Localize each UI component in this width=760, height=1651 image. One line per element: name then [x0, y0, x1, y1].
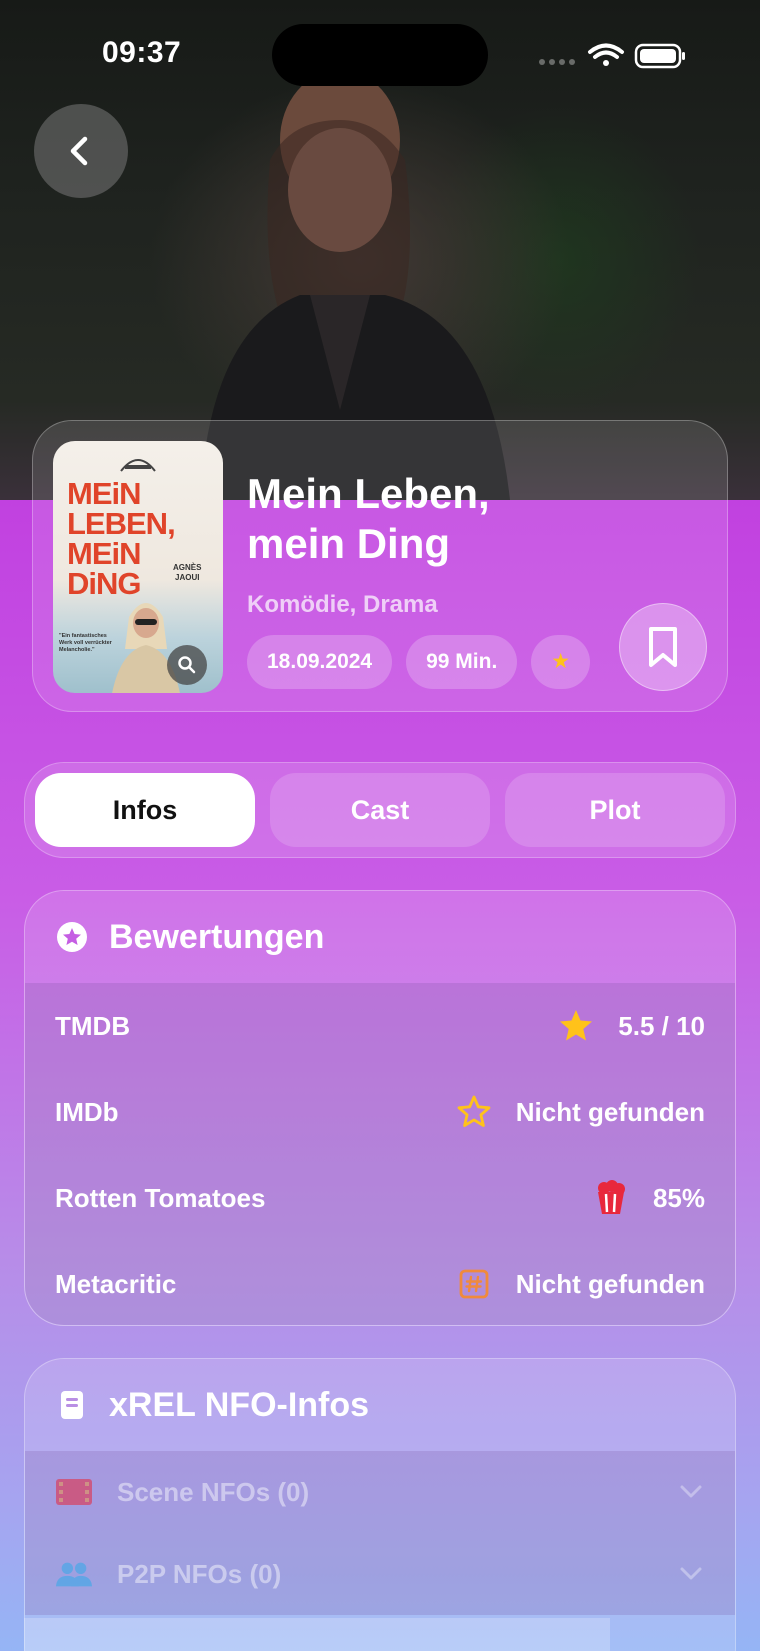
star-circle-icon	[55, 920, 89, 954]
release-date-chip: 18.09.2024	[247, 635, 393, 689]
film-strip-icon	[55, 1477, 93, 1507]
star-filled-icon	[558, 1008, 594, 1044]
segmented-tabs: Infos Cast Plot	[24, 762, 736, 858]
rating-value: Nicht gefunden	[515, 1268, 705, 1299]
movie-genres: Komödie, Drama	[247, 591, 438, 618]
poster-zoom-button[interactable]	[167, 645, 207, 685]
popcorn-icon	[593, 1180, 629, 1216]
p2p-nfos-row[interactable]: P2P NFOs (0)	[25, 1533, 735, 1615]
rating-source: IMDb	[55, 1096, 119, 1127]
rating-source: TMDB	[55, 1010, 131, 1041]
tab-cast[interactable]: Cast	[270, 773, 490, 847]
p2p-nfos-label: P2P NFOs (0)	[117, 1558, 282, 1589]
bookmark-button[interactable]	[619, 603, 707, 691]
star-outline-icon	[456, 1094, 492, 1130]
ratings-title: Bewertungen	[109, 917, 325, 956]
cellular-icon	[539, 59, 575, 65]
tab-infos[interactable]: Infos	[35, 773, 255, 847]
rating-chip: ★	[531, 635, 591, 689]
ratings-header: Bewertungen	[25, 891, 735, 983]
status-time: 09:37	[102, 36, 182, 69]
chevron-left-icon	[70, 136, 88, 166]
movie-header-card: MEiN LEBEN, MEiN DiNG AGNÈS JAOUI "Ein f…	[32, 420, 728, 712]
wifi-icon	[588, 43, 624, 66]
battery-icon	[634, 43, 685, 69]
info-chips: 18.09.2024 99 Min. ★	[247, 635, 595, 691]
status-icons	[539, 43, 685, 69]
nfo-card: xREL NFO-Infos Scene NFOs (0) P2P NFOs (…	[24, 1358, 736, 1651]
nfo-title: xREL NFO-Infos	[109, 1385, 370, 1424]
back-button[interactable]	[34, 104, 128, 198]
document-icon	[55, 1388, 89, 1422]
nfo-progress-bar	[24, 1618, 610, 1651]
runtime-chip: 99 Min.	[406, 635, 518, 689]
rating-source: Metacritic	[55, 1268, 177, 1299]
hash-square-icon	[456, 1266, 492, 1302]
scene-nfos-row[interactable]: Scene NFOs (0)	[25, 1451, 735, 1533]
tab-plot[interactable]: Plot	[505, 773, 725, 847]
rating-row-tmdb: TMDB 5.5 / 10	[25, 983, 735, 1069]
studio-logo	[120, 459, 156, 472]
rating-value: Nicht gefunden	[515, 1096, 705, 1127]
nfo-header: xREL NFO-Infos	[25, 1359, 735, 1451]
magnifier-icon	[178, 656, 196, 674]
rating-source: Rotten Tomatoes	[55, 1182, 266, 1213]
rating-row-imdb: IMDb Nicht gefunden	[25, 1069, 735, 1155]
rating-row-metacritic: Metacritic Nicht gefunden	[25, 1241, 735, 1325]
ratings-card: Bewertungen TMDB 5.5 / 10 IMDb Nicht gef…	[24, 890, 736, 1326]
chevron-down-icon	[680, 1567, 702, 1580]
rating-value: 85%	[652, 1182, 705, 1213]
bookmark-icon	[649, 627, 677, 667]
scene-nfos-label: Scene NFOs (0)	[117, 1476, 310, 1507]
chevron-down-icon	[680, 1485, 702, 1498]
rating-row-rotten-tomatoes: Rotten Tomatoes 85%	[25, 1155, 735, 1241]
movie-poster[interactable]: MEiN LEBEN, MEiN DiNG AGNÈS JAOUI "Ein f…	[53, 441, 223, 693]
poster-author: AGNÈS JAOUI	[173, 563, 202, 582]
dynamic-island	[272, 24, 488, 86]
people-icon	[55, 1559, 93, 1589]
rating-value: 5.5 / 10	[618, 1010, 705, 1041]
movie-title: Mein Leben, mein Ding	[247, 470, 490, 567]
